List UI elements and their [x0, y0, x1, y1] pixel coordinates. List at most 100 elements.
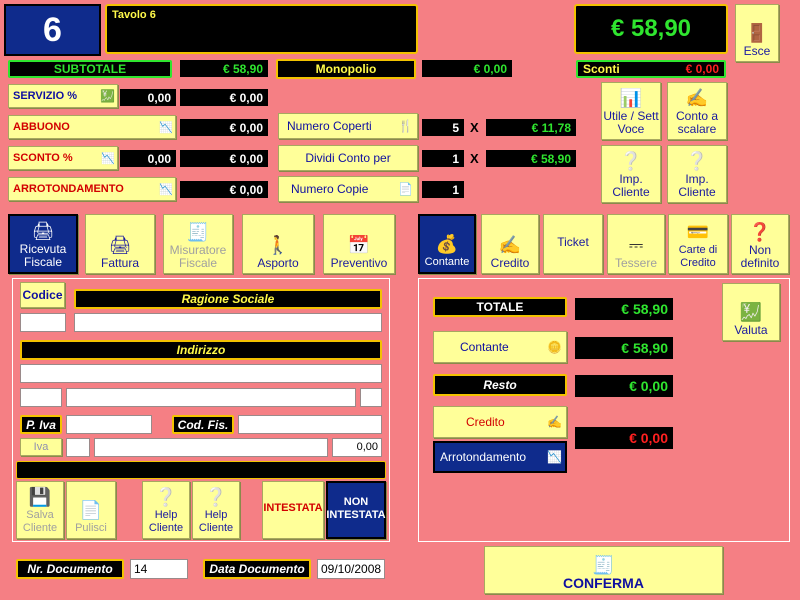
coperti-value: € 11,78: [486, 119, 576, 136]
doc-preventivo[interactable]: 📅 Preventivo: [323, 214, 395, 274]
exit-button[interactable]: 🚪 Esce: [735, 4, 779, 62]
pen-icon: ✍: [685, 88, 709, 108]
conto-scalare-label: Conto a scalare: [675, 109, 719, 136]
dividi-button[interactable]: Dividi Conto per: [278, 145, 418, 171]
copie-count: 1: [422, 181, 464, 198]
cap-input[interactable]: [20, 388, 62, 407]
credito-button[interactable]: Credito ✍: [433, 406, 567, 438]
doc-asporto[interactable]: 🚶 Asporto: [242, 214, 314, 274]
pay-tessere[interactable]: ⎓ Tessere: [607, 214, 665, 274]
dividi-count: 1: [422, 150, 464, 167]
pay-carte-credito[interactable]: 💳 Carte di Credito: [668, 214, 728, 274]
coins-down-icon: 📉: [547, 450, 562, 464]
data-documento-input[interactable]: 09/10/2008: [317, 559, 385, 579]
servizio-value: € 0,00: [180, 89, 268, 106]
cash-register-icon: 🧾: [186, 222, 210, 242]
iva-value-input[interactable]: 0,00: [332, 438, 382, 457]
arrotondamento-label: ARROTONDAMENTO: [13, 183, 124, 195]
arrotondamento-pay-button[interactable]: Arrotondamento 📉: [433, 441, 567, 473]
conto-scalare-button[interactable]: ✍ Conto a scalare: [667, 82, 727, 140]
copie-button[interactable]: Numero Copie 📄: [278, 176, 418, 202]
sconto-pct: 0,00: [120, 150, 176, 167]
pen-icon: ✍: [498, 235, 522, 255]
abbuono-label: ABBUONO: [13, 121, 70, 133]
pulisci-button[interactable]: 📄 Pulisci: [66, 481, 116, 539]
nr-documento-label: Nr. Documento: [16, 559, 124, 579]
iva-button[interactable]: Iva: [20, 438, 62, 456]
doc-fattura[interactable]: 🖨 Fattura: [85, 214, 155, 274]
imp-cliente-button-2[interactable]: ❔ Imp. Cliente: [667, 145, 727, 203]
multiply-sign: X: [470, 120, 479, 135]
data-documento-label: Data Documento: [203, 559, 311, 579]
dividi-label: Dividi Conto per: [305, 151, 391, 165]
resto-value: € 0,00: [575, 375, 673, 397]
abbuono-value: € 0,00: [180, 119, 268, 136]
utile-label: Utile / Sett Voce: [603, 109, 659, 136]
monopolio-label: Monopolio: [276, 59, 416, 79]
codfis-label: Cod. Fis.: [172, 415, 234, 434]
save-icon: 💾: [28, 487, 52, 507]
sconto-label: SCONTO %: [13, 152, 73, 164]
coins-down-icon: 📉: [159, 121, 173, 134]
chart-icon: 📊: [619, 88, 643, 108]
credito-value: € 0,00: [575, 427, 673, 449]
subtotale-label: SUBTOTALE: [8, 60, 172, 78]
doc-ricevuta-fiscale[interactable]: 🖨 Ricevuta Fiscale: [8, 214, 78, 274]
codice-button[interactable]: Codice: [20, 282, 65, 308]
arrotondamento-value: € 0,00: [180, 181, 268, 198]
sconti-text: Sconti: [583, 62, 620, 76]
non-intestata-button[interactable]: NON INTESTATA: [326, 481, 386, 539]
door-icon: 🚪: [745, 23, 769, 43]
ragione-sociale-input[interactable]: [74, 313, 382, 332]
pay-ticket[interactable]: Ticket: [543, 214, 603, 274]
arrotondamento-button[interactable]: ARROTONDAMENTO 📉: [8, 177, 176, 201]
piva-input[interactable]: [66, 415, 152, 434]
coperti-button[interactable]: Numero Coperti 🍴: [278, 113, 418, 139]
help-123-icon: ❔: [204, 487, 228, 507]
help-cliente-button-1[interactable]: ❔ Help Cliente: [142, 481, 190, 539]
doc-misuratore-fiscale[interactable]: 🧾 Misuratore Fiscale: [163, 214, 233, 274]
contante-button[interactable]: Contante 🪙: [433, 331, 567, 363]
pay-credito[interactable]: ✍ Credito: [481, 214, 539, 274]
abbuono-button[interactable]: ABBUONO 📉: [8, 115, 176, 139]
question-icon: ❓: [748, 222, 772, 242]
sconti-value: € 0,00: [685, 62, 719, 76]
totale-value: € 58,90: [575, 298, 673, 320]
pay-contante[interactable]: 💰 Contante: [418, 214, 476, 274]
sconti-label: Sconti € 0,00: [576, 60, 726, 78]
card-swipe-icon: ⎓: [628, 235, 644, 255]
coins-up-icon: 💹: [739, 302, 763, 322]
coins-icon: 🪙: [547, 340, 562, 354]
iva-code-input[interactable]: [66, 438, 90, 457]
sconto-value: € 0,00: [180, 150, 268, 167]
calendar-icon: 📅: [347, 235, 371, 255]
codice-input[interactable]: [20, 313, 66, 332]
imp-cliente-button-1[interactable]: ❔ Imp. Cliente: [601, 145, 661, 203]
monopolio-value: € 0,00: [422, 60, 512, 77]
citta-input[interactable]: [66, 388, 356, 407]
help-abc-icon: ❔: [154, 487, 178, 507]
iva-desc-input[interactable]: [94, 438, 328, 457]
imp-cliente-label-2: Imp. Cliente: [678, 172, 716, 199]
document-icon: 📄: [398, 182, 413, 196]
nr-documento-input[interactable]: 14: [130, 559, 188, 579]
pay-non-definito[interactable]: ❓ Non definito: [731, 214, 789, 274]
servizio-button[interactable]: SERVIZIO % 💹: [8, 84, 118, 108]
codfis-input[interactable]: [238, 415, 382, 434]
pen-icon: ✍: [547, 415, 562, 429]
multiply-sign: X: [470, 151, 479, 166]
valuta-button[interactable]: 💹 Valuta: [722, 283, 780, 341]
resto-label: Resto: [433, 374, 567, 396]
help-cliente-button-2[interactable]: ❔ Help Cliente: [192, 481, 240, 539]
indirizzo-input[interactable]: [20, 364, 382, 383]
piva-label: P. Iva: [20, 415, 62, 434]
utile-button[interactable]: 📊 Utile / Sett Voce: [601, 82, 661, 140]
sconto-button[interactable]: SCONTO % 📉: [8, 146, 118, 170]
coins-up-icon: 💹: [100, 89, 115, 103]
intestata-button[interactable]: INTESTATA: [262, 481, 324, 539]
conferma-button[interactable]: 🧾 CONFERMA: [484, 546, 723, 594]
coperti-count: 5: [422, 119, 464, 136]
provincia-input[interactable]: [360, 388, 382, 407]
coins-down-icon: 📉: [159, 183, 173, 196]
salva-cliente-button[interactable]: 💾 Salva Cliente: [16, 481, 64, 539]
